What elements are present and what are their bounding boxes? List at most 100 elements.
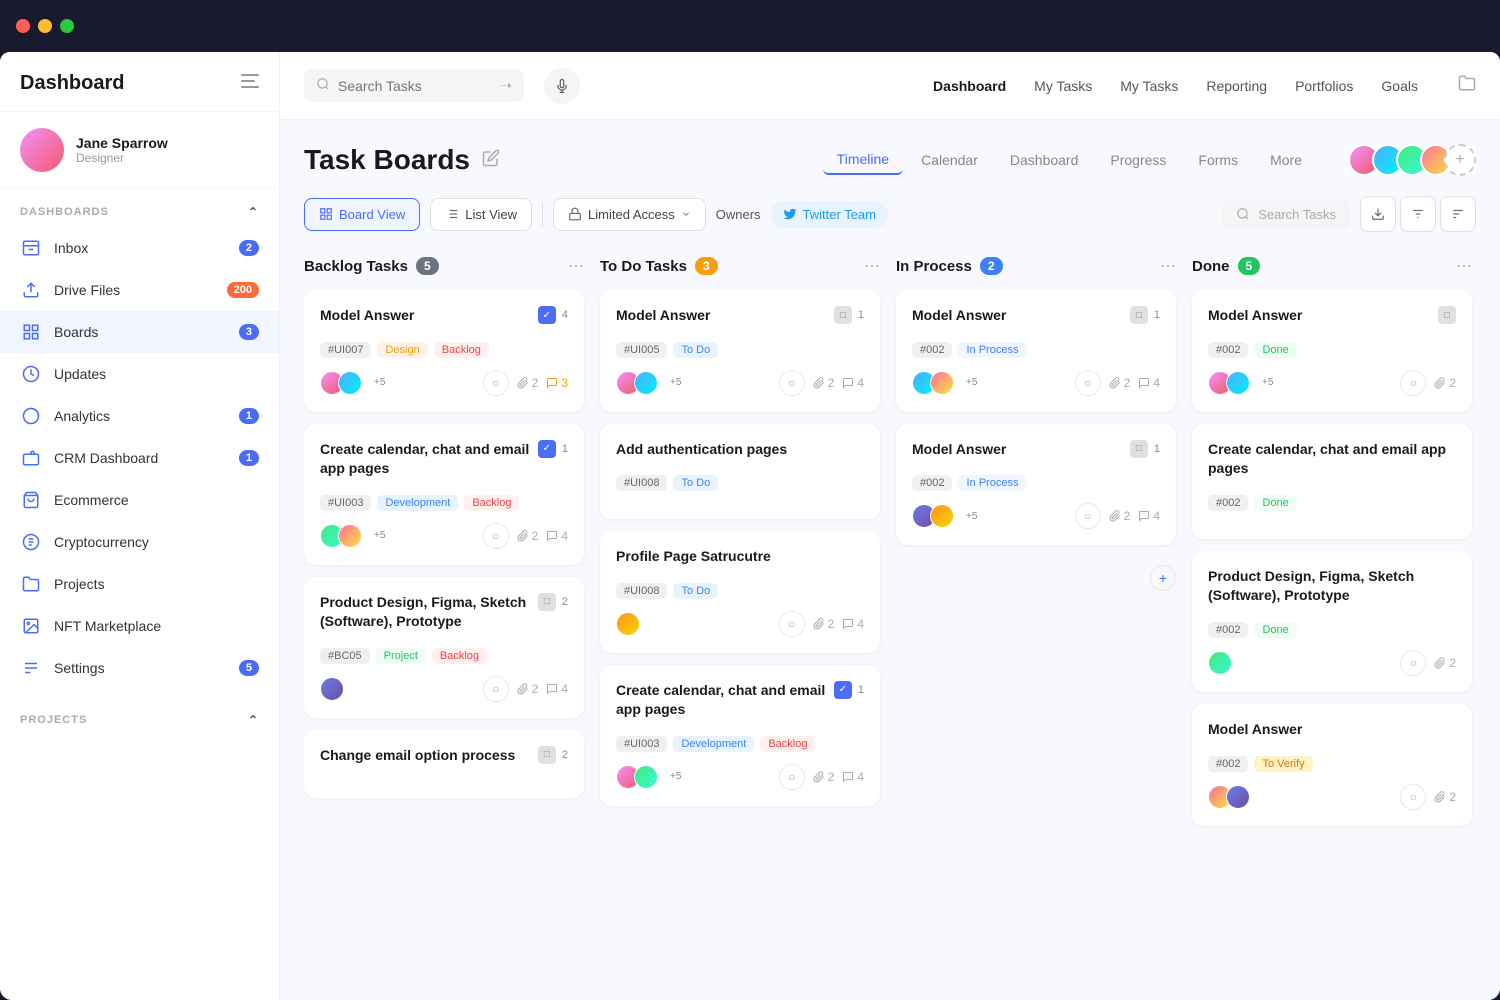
done-options-button[interactable]: ⋯ xyxy=(1456,256,1472,276)
card-messages: 4 xyxy=(842,617,864,631)
drive-files-icon xyxy=(20,279,42,301)
card-avatar xyxy=(634,371,658,395)
sidebar-item-inbox[interactable]: Inbox 2 xyxy=(0,227,279,269)
window-close-dot[interactable] xyxy=(16,19,30,33)
card-avatar xyxy=(616,612,640,636)
inprocess-options-button[interactable]: ⋯ xyxy=(1160,256,1176,276)
column-backlog-title: Backlog Tasks xyxy=(304,258,408,275)
sidebar-item-settings[interactable]: Settings 5 xyxy=(0,647,279,689)
card-title: Model Answer xyxy=(320,306,414,326)
folder-icon[interactable] xyxy=(1458,74,1476,97)
ecommerce-icon xyxy=(20,489,42,511)
card-messages: 4 xyxy=(546,682,568,696)
card-tags: #002 Done xyxy=(1208,622,1456,638)
column-backlog-header: Backlog Tasks 5 ⋯ xyxy=(304,256,584,276)
mic-button[interactable] xyxy=(544,68,580,104)
sidebar-item-projects[interactable]: Projects xyxy=(0,563,279,605)
nav-link-goals[interactable]: Goals xyxy=(1369,72,1430,100)
tag: #UI008 xyxy=(616,475,667,491)
search-input[interactable] xyxy=(338,78,492,94)
task-num: 1 xyxy=(858,309,864,321)
card-action-button[interactable]: ○ xyxy=(483,523,509,549)
sidebar-item-nft[interactable]: NFT Marketplace xyxy=(0,605,279,647)
search-box[interactable]: ➝ xyxy=(304,69,524,102)
card-title: Model Answer xyxy=(616,306,710,326)
card-action-button[interactable]: ○ xyxy=(1400,784,1426,810)
card-action-button[interactable]: ○ xyxy=(779,764,805,790)
column-todo: To Do Tasks 3 ⋯ Model Answer □ 1 xyxy=(600,256,880,976)
tab-calendar[interactable]: Calendar xyxy=(907,146,992,174)
tab-timeline[interactable]: Timeline xyxy=(823,145,903,175)
tab-forms[interactable]: Forms xyxy=(1184,146,1252,174)
tab-more[interactable]: More xyxy=(1256,146,1316,174)
add-member-button[interactable]: + xyxy=(1444,144,1476,176)
nav-link-reporting[interactable]: Reporting xyxy=(1194,72,1279,100)
tag: #002 xyxy=(1208,495,1248,511)
nav-link-my-tasks-2[interactable]: My Tasks xyxy=(1108,72,1190,100)
card-attach: 2 xyxy=(1434,790,1456,804)
column-todo-header: To Do Tasks 3 ⋯ xyxy=(600,256,880,276)
card-footer: +5 ○ 2 4 xyxy=(912,503,1160,529)
inprocess-count-badge: 2 xyxy=(980,257,1003,275)
card-footer: ○ 2 4 xyxy=(616,611,864,637)
hamburger-icon[interactable] xyxy=(241,74,259,93)
card-avatar xyxy=(320,677,344,701)
sidebar-item-updates[interactable]: Updates xyxy=(0,353,279,395)
task-card: Model Answer □ 1 #002 In Process xyxy=(896,424,1176,546)
sidebar: Dashboard Jane Sparrow Designer DASHBOAR… xyxy=(0,52,280,1000)
column-backlog: Backlog Tasks 5 ⋯ Model Answer ✓ 4 xyxy=(304,256,584,976)
tag: #002 xyxy=(1208,342,1248,358)
card-action-button[interactable]: ○ xyxy=(483,676,509,702)
add-task-button[interactable]: + xyxy=(1150,565,1176,591)
board-view-button[interactable]: Board View xyxy=(304,198,420,231)
tab-dashboard[interactable]: Dashboard xyxy=(996,146,1093,174)
nav-link-dashboard[interactable]: Dashboard xyxy=(921,72,1018,100)
card-action-button[interactable]: ○ xyxy=(483,370,509,396)
card-action-button[interactable]: ○ xyxy=(779,370,805,396)
list-view-button[interactable]: List View xyxy=(430,198,532,231)
limited-access-button[interactable]: Limited Access xyxy=(553,198,706,231)
edit-icon[interactable] xyxy=(482,149,500,172)
nav-link-portfolios[interactable]: Portfolios xyxy=(1283,72,1365,100)
owners-label: Owners xyxy=(716,207,761,222)
card-action-button[interactable]: ○ xyxy=(1400,650,1426,676)
tag: In Process xyxy=(958,342,1026,358)
task-num: 2 xyxy=(562,749,568,761)
sidebar-item-ecommerce[interactable]: Ecommerce xyxy=(0,479,279,521)
card-action-button[interactable]: ○ xyxy=(1075,370,1101,396)
tag: In Process xyxy=(958,475,1026,491)
projects-chevron-icon[interactable]: ⌃ xyxy=(248,713,259,727)
window-minimize-dot[interactable] xyxy=(38,19,52,33)
task-icon: ✓ xyxy=(538,440,556,458)
card-footer: +5 ○ 2 xyxy=(1208,370,1456,396)
card-action-button[interactable]: ○ xyxy=(1075,503,1101,529)
card-title: Model Answer xyxy=(1208,720,1302,740)
sidebar-title: Dashboard xyxy=(20,72,124,95)
card-tags: #UI007 Design Backlog xyxy=(320,342,568,358)
projects-section-label: PROJECTS xyxy=(20,714,87,726)
backlog-options-button[interactable]: ⋯ xyxy=(568,256,584,276)
search-tasks-box[interactable]: Search Tasks xyxy=(1222,199,1350,230)
sidebar-item-drive-files[interactable]: Drive Files 200 xyxy=(0,269,279,311)
sidebar-item-crm[interactable]: CRM Dashboard 1 xyxy=(0,437,279,479)
card-attach: 2 xyxy=(517,682,539,696)
filter-icon-button[interactable] xyxy=(1400,196,1436,232)
sidebar-item-projects-label: Projects xyxy=(54,576,259,592)
card-action-button[interactable]: ○ xyxy=(779,611,805,637)
todo-options-button[interactable]: ⋯ xyxy=(864,256,880,276)
sidebar-item-cryptocurrency[interactable]: Cryptocurrency xyxy=(0,521,279,563)
card-action-button[interactable]: ○ xyxy=(1400,370,1426,396)
window-maximize-dot[interactable] xyxy=(60,19,74,33)
task-icon: ✓ xyxy=(538,306,556,324)
column-inprocess-header: In Process 2 ⋯ xyxy=(896,256,1176,276)
card-avatar xyxy=(1226,785,1250,809)
download-icon-button[interactable] xyxy=(1360,196,1396,232)
sidebar-item-analytics[interactable]: Analytics 1 xyxy=(0,395,279,437)
sort-icon-button[interactable] xyxy=(1440,196,1476,232)
dashboards-chevron-icon[interactable]: ⌃ xyxy=(248,205,259,219)
tab-progress[interactable]: Progress xyxy=(1096,146,1180,174)
task-card: Add authentication pages #UI008 To Do xyxy=(600,424,880,520)
settings-icon xyxy=(20,657,42,679)
sidebar-item-boards[interactable]: Boards 3 xyxy=(0,311,279,353)
nav-link-my-tasks-1[interactable]: My Tasks xyxy=(1022,72,1104,100)
